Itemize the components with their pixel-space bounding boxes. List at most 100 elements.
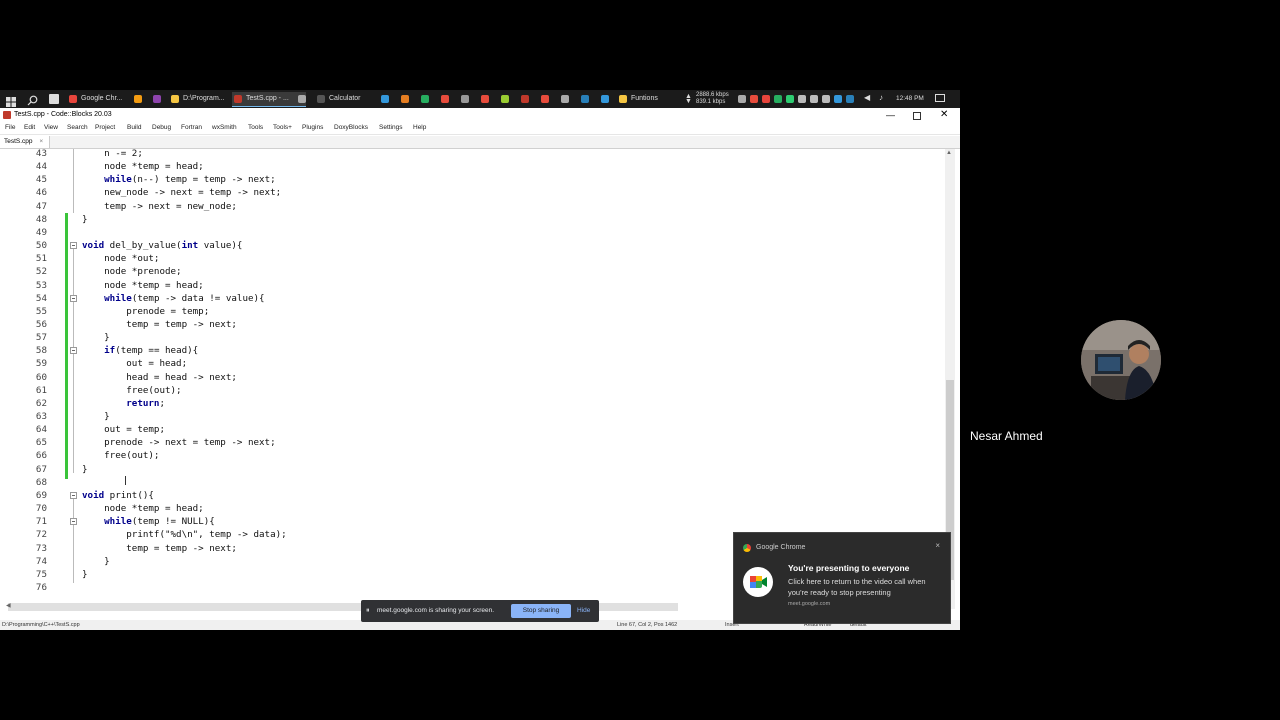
fold-toggle-icon[interactable] (70, 294, 77, 302)
code-line[interactable]: 70 node *temp = head; (0, 502, 940, 515)
code-line[interactable]: 54 while(temp -> data != value){ (0, 292, 940, 305)
code-text: return; (126, 397, 166, 409)
menu-tools[interactable]: Tools (248, 122, 263, 134)
code-line[interactable]: 67} (0, 463, 940, 476)
code-line[interactable]: 49 (0, 226, 940, 239)
menu-search[interactable]: Search (67, 122, 88, 134)
notifications-icon[interactable] (935, 94, 945, 102)
code-text: while(temp -> data != value){ (104, 292, 265, 304)
code-line[interactable]: 55 prenode = temp; (0, 305, 940, 318)
taskbar-app-icon[interactable] (298, 95, 306, 103)
code-line[interactable]: 66 free(out); (0, 449, 940, 462)
menu-wxsmith[interactable]: wxSmith (212, 122, 237, 134)
code-line[interactable]: 43 n -= 2; (0, 149, 940, 160)
taskbar-app-icon[interactable] (461, 95, 469, 103)
menu-fortran[interactable]: Fortran (181, 122, 202, 134)
menu-file[interactable]: File (5, 122, 15, 134)
code-line[interactable]: 57 } (0, 331, 940, 344)
code-line[interactable]: 56 temp = temp -> next; (0, 318, 940, 331)
code-line[interactable]: 52 node *prenode; (0, 265, 940, 278)
code-line[interactable]: 69 void print(){ (0, 489, 940, 502)
tray-icon[interactable] (810, 95, 818, 103)
hide-button[interactable]: Hide (577, 604, 595, 618)
search-icon[interactable] (27, 93, 38, 106)
code-line[interactable]: 68 (0, 476, 940, 489)
menu-doxyblocks[interactable]: DoxyBlocks (334, 122, 368, 134)
code-line[interactable]: 62 return; (0, 397, 940, 410)
taskbar-app-icon[interactable] (421, 95, 429, 103)
code-line[interactable]: 50 void del_by_value(int value){ (0, 239, 940, 252)
code-line[interactable]: 51 node *out; (0, 252, 940, 265)
code-text: printf("%d\n", temp -> data); (82, 529, 287, 541)
code-line[interactable]: 71 while(temp != NULL){ (0, 515, 940, 528)
tab-tests-cpp[interactable]: TestS.cpp × (0, 136, 51, 148)
tray-icon[interactable] (774, 95, 782, 103)
scroll-up-icon[interactable]: ▲ (946, 150, 952, 156)
code-line[interactable]: 47 temp -> next = new_node; (0, 200, 940, 213)
fold-toggle-icon[interactable] (70, 242, 77, 250)
tab-close-icon[interactable]: × (39, 138, 43, 145)
scroll-left-icon[interactable]: ◀ (6, 602, 11, 609)
code-line[interactable]: 53 node *temp = head; (0, 279, 940, 292)
tray-icon[interactable] (846, 95, 854, 103)
taskbar-app-icon[interactable] (481, 95, 489, 103)
taskbar-app-icon[interactable] (134, 95, 142, 103)
start-icon[interactable] (6, 94, 16, 107)
close-icon[interactable]: ✕ (940, 108, 948, 122)
taskbar-app-calculator[interactable]: Calculator (315, 92, 389, 106)
code-line[interactable]: 44 node *temp = head; (0, 160, 940, 173)
volume-icon[interactable]: ◀ (864, 93, 870, 102)
fold-toggle-icon[interactable] (70, 347, 77, 355)
code-line[interactable]: 65 prenode -> next = temp -> next; (0, 436, 940, 449)
code-line[interactable]: 63 } (0, 410, 940, 423)
menu-plugins[interactable]: Plugins (302, 122, 323, 134)
taskbar-app-icon[interactable] (501, 95, 509, 103)
taskbar-app-icon[interactable] (521, 95, 529, 103)
stop-sharing-button[interactable]: Stop sharing (511, 604, 571, 618)
taskbar-app-chrome[interactable]: Google Chr... (67, 92, 141, 106)
menu-build[interactable]: Build (127, 122, 141, 134)
tray-icon[interactable] (822, 95, 830, 103)
taskbar-app-icon[interactable] (381, 95, 389, 103)
tray-icon[interactable] (750, 95, 758, 103)
clock[interactable]: 12:48 PM (896, 95, 924, 102)
notification-close-icon[interactable]: × (935, 541, 940, 550)
taskbar-app-icon[interactable] (561, 95, 569, 103)
taskbar-app-funtions[interactable]: Funtions (617, 92, 689, 106)
participant-tile[interactable]: Nesar Ahmed (960, 270, 1280, 450)
tray-icon[interactable] (762, 95, 770, 103)
taskbar-app-codeblocks[interactable]: TestS.cpp - ... (232, 92, 306, 107)
code-line[interactable]: 58 if(temp == head){ (0, 344, 940, 357)
taskbar-app-icon[interactable] (153, 95, 161, 103)
menu-help[interactable]: Help (413, 122, 426, 134)
code-line[interactable]: 45 while(n--) temp = temp -> next; (0, 173, 940, 186)
code-line[interactable]: 64 out = temp; (0, 423, 940, 436)
fold-toggle-icon[interactable] (70, 518, 77, 526)
taskbar-app-icon[interactable] (441, 95, 449, 103)
presenting-notification[interactable]: Google Chrome × You're presenting to eve… (733, 532, 951, 624)
store-icon[interactable] (49, 94, 59, 104)
speaker-icon[interactable]: ♪ (879, 93, 883, 102)
menu-project[interactable]: Project (95, 122, 115, 134)
code-line[interactable]: 61 free(out); (0, 384, 940, 397)
menu-debug[interactable]: Debug (152, 122, 171, 134)
menu-edit[interactable]: Edit (24, 122, 35, 134)
restore-icon[interactable] (913, 112, 921, 120)
fold-toggle-icon[interactable] (70, 491, 77, 499)
taskbar-app-icon[interactable] (601, 95, 609, 103)
minimize-icon[interactable]: — (886, 108, 895, 122)
code-line[interactable]: 48} (0, 213, 940, 226)
taskbar-app-icon[interactable] (581, 95, 589, 103)
code-line[interactable]: 59 out = head; (0, 357, 940, 370)
code-line[interactable]: 46 new_node -> next = temp -> next; (0, 186, 940, 199)
tray-icon[interactable] (798, 95, 806, 103)
taskbar-app-icon[interactable] (401, 95, 409, 103)
tray-icon[interactable] (834, 95, 842, 103)
menu-tools-plus[interactable]: Tools+ (273, 122, 292, 134)
tray-icon[interactable] (786, 95, 794, 103)
menu-settings[interactable]: Settings (379, 122, 403, 134)
code-line[interactable]: 60 head = head -> next; (0, 371, 940, 384)
taskbar-app-icon[interactable] (541, 95, 549, 103)
tray-icon[interactable] (738, 95, 746, 103)
menu-view[interactable]: View (44, 122, 58, 134)
